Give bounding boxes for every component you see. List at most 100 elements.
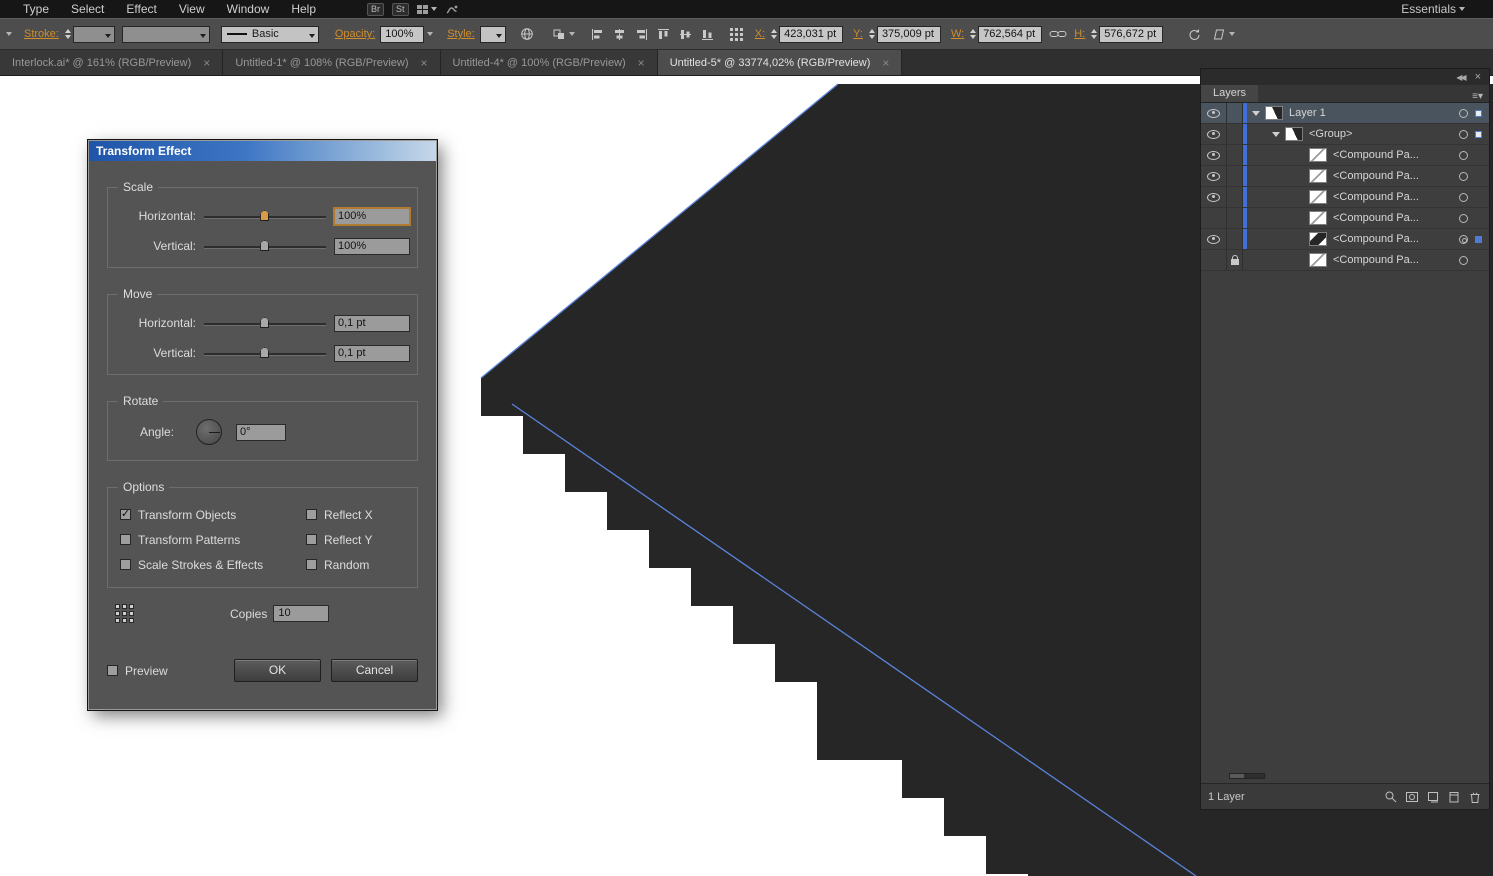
new-sublayer-icon[interactable] [1426,790,1440,804]
menu-window[interactable]: Window [216,2,281,16]
slider-thumb[interactable] [260,240,269,251]
ok-button[interactable]: OK [234,659,321,682]
visibility-toggle[interactable] [1201,124,1227,144]
layer-name[interactable]: <Compound Pa... [1333,170,1419,182]
target-circle[interactable] [1459,235,1468,244]
visibility-toggle[interactable] [1201,103,1227,123]
lock-toggle[interactable] [1227,145,1243,165]
selection-chip[interactable] [1475,236,1482,243]
target-circle[interactable] [1459,214,1468,223]
reflect-y-checkbox[interactable]: Reflect Y [306,533,417,547]
stroke-link[interactable]: Stroke: [24,28,59,40]
layer-name[interactable]: <Compound Pa... [1333,233,1419,245]
close-icon[interactable] [203,56,210,70]
layers-tab[interactable]: Layers [1201,85,1258,102]
target-circle[interactable] [1459,151,1468,160]
visibility-toggle[interactable] [1201,208,1227,228]
layer-name[interactable]: <Compound Pa... [1333,254,1419,266]
target-circle[interactable] [1459,256,1468,265]
menu-select[interactable]: Select [60,2,115,16]
align-top-icon[interactable] [657,28,670,41]
align-right-icon[interactable] [635,28,648,41]
w-link[interactable]: W: [951,28,964,40]
scale-vertical-slider[interactable] [204,239,326,253]
menu-help[interactable]: Help [280,2,327,16]
lock-toggle[interactable] [1227,250,1243,270]
layer-row[interactable]: <Compound Pa... [1201,145,1489,166]
target-circle[interactable] [1459,172,1468,181]
constrain-proportions-icon[interactable] [1049,28,1067,40]
layer-row[interactable]: <Compound Pa... [1201,187,1489,208]
collapse-panel-icon[interactable] [1456,73,1464,82]
visibility-toggle[interactable] [1201,250,1227,270]
cancel-button[interactable]: Cancel [331,659,418,682]
checkbox-box[interactable] [306,509,317,520]
visibility-toggle[interactable] [1201,145,1227,165]
stroke-profile-select[interactable] [122,26,210,43]
lock-toggle[interactable] [1227,208,1243,228]
layer-row[interactable]: <Compound Pa... [1201,229,1489,250]
lock-toggle[interactable] [1227,229,1243,249]
preview-checkbox[interactable]: Preview [107,664,168,678]
transform-objects-checkbox[interactable]: ✓ Transform Objects [120,508,306,522]
appearance-menu-icon[interactable] [6,32,12,36]
tab-untitled-5[interactable]: Untitled-5* @ 33774,02% (RGB/Preview) [658,50,903,75]
checkbox-box[interactable] [306,559,317,570]
scale-horizontal-input[interactable]: 100% [334,208,410,225]
slider-thumb[interactable] [260,317,269,328]
target-circle[interactable] [1459,193,1468,202]
visibility-toggle[interactable] [1201,229,1227,249]
layer-row[interactable]: <Compound Pa... [1201,166,1489,187]
reflect-x-checkbox[interactable]: Reflect X [306,508,417,522]
opacity-dropdown-icon[interactable] [427,32,433,36]
close-icon[interactable] [420,56,427,70]
style-select[interactable] [480,26,506,43]
menu-effect[interactable]: Effect [115,2,167,16]
align-left-icon[interactable] [591,28,604,41]
expand-icon[interactable] [1272,132,1280,137]
style-link[interactable]: Style: [447,28,475,40]
stock-button[interactable]: St [392,3,409,16]
target-circle[interactable] [1459,130,1468,139]
checkbox-box[interactable] [120,559,131,570]
reference-point-icon[interactable] [730,28,743,41]
expand-icon[interactable] [1252,111,1260,116]
slider-thumb[interactable] [260,210,269,221]
y-input[interactable]: 375,009 pt [877,26,941,43]
scale-vertical-input[interactable]: 100% [334,238,410,255]
move-horizontal-slider[interactable] [204,316,326,330]
target-circle[interactable] [1459,109,1468,118]
layer-row[interactable]: <Compound Pa... [1201,250,1489,271]
layer-row[interactable]: Layer 1 [1201,103,1489,124]
angle-dial[interactable] [196,419,222,445]
close-panel-icon[interactable] [1475,71,1481,83]
new-layer-icon[interactable] [1447,790,1461,804]
lock-toggle[interactable] [1227,166,1243,186]
y-stepper[interactable] [869,29,875,39]
horizontal-scrollbar[interactable] [1229,773,1265,779]
layer-name[interactable]: <Compound Pa... [1333,191,1419,203]
layer-name[interactable]: <Compound Pa... [1333,149,1419,161]
delete-icon[interactable] [1468,790,1482,804]
selection-chip[interactable] [1475,131,1482,138]
scale-strokes-checkbox[interactable]: Scale Strokes & Effects [120,558,306,572]
align-center-icon[interactable] [613,28,626,41]
shear-icon[interactable] [1212,28,1235,41]
close-icon[interactable] [638,56,645,70]
lock-toggle[interactable] [1227,187,1243,207]
move-vertical-input[interactable]: 0,1 pt [334,345,410,362]
layer-row[interactable]: <Compound Pa... [1201,208,1489,229]
menu-view[interactable]: View [168,2,216,16]
tab-untitled-1[interactable]: Untitled-1* @ 108% (RGB/Preview) [223,50,440,75]
transform-icon[interactable] [1187,28,1202,41]
opacity-link[interactable]: Opacity: [335,28,375,40]
h-link[interactable]: H: [1074,28,1085,40]
visibility-toggle[interactable] [1201,166,1227,186]
layer-row[interactable]: <Group> [1201,124,1489,145]
align-middle-icon[interactable] [679,28,692,41]
tab-untitled-4[interactable]: Untitled-4* @ 100% (RGB/Preview) [441,50,658,75]
checkbox-box[interactable] [306,534,317,545]
h-stepper[interactable] [1091,29,1097,39]
angle-input[interactable]: 0° [236,424,286,441]
bridge-button[interactable]: Br [367,3,384,16]
